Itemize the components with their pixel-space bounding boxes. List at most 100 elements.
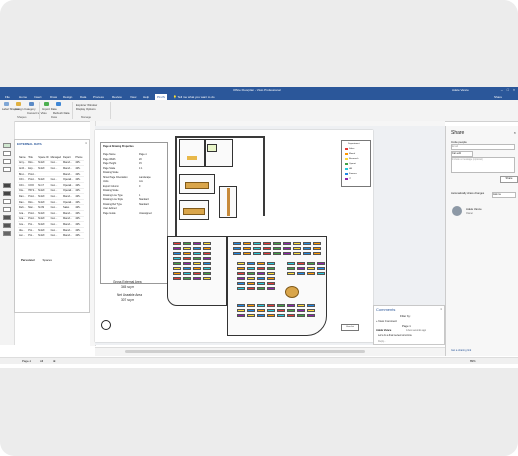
desk[interactable] (237, 304, 245, 307)
desk[interactable] (247, 277, 255, 280)
display-options-button[interactable]: Display Options (76, 107, 96, 111)
filter-by[interactable]: Filter by: (400, 314, 411, 318)
desk[interactable] (237, 272, 245, 275)
desk[interactable] (237, 282, 245, 285)
desk[interactable] (297, 262, 305, 265)
desk[interactable] (267, 282, 275, 285)
desk[interactable] (273, 252, 281, 255)
shapes-toggle-icon[interactable] (3, 143, 11, 148)
desk[interactable] (277, 309, 285, 312)
desk[interactable] (293, 247, 301, 250)
close-icon[interactable]: × (440, 307, 442, 311)
invite-input[interactable]: Email (451, 144, 515, 150)
desk[interactable] (243, 247, 251, 250)
zoom-level[interactable]: 89% (470, 359, 476, 363)
desk[interactable] (247, 287, 255, 290)
desk[interactable] (193, 252, 201, 255)
desk[interactable] (203, 247, 211, 250)
desk[interactable] (317, 272, 325, 275)
desk[interactable] (257, 277, 265, 280)
tab-view[interactable]: View (130, 95, 136, 99)
close-icon[interactable]: × (513, 88, 515, 92)
desk[interactable] (183, 242, 191, 245)
tab-review[interactable]: Review (112, 95, 122, 99)
desk[interactable] (267, 314, 275, 317)
desk[interactable] (247, 309, 255, 312)
minimize-icon[interactable]: – (501, 88, 503, 92)
desk[interactable] (203, 272, 211, 275)
desk[interactable] (297, 304, 305, 307)
desk[interactable] (243, 252, 251, 255)
desk[interactable] (307, 262, 315, 265)
desk[interactable] (173, 267, 181, 270)
stencil-icon[interactable] (3, 199, 11, 204)
stencil-icon[interactable] (3, 183, 11, 188)
desk[interactable] (297, 272, 305, 275)
desk[interactable] (257, 304, 265, 307)
stencil-icon[interactable] (3, 215, 11, 220)
desk[interactable] (233, 242, 241, 245)
desk[interactable] (267, 309, 275, 312)
desk[interactable] (257, 282, 265, 285)
desk[interactable] (317, 262, 325, 265)
desk[interactable] (173, 252, 181, 255)
desk[interactable] (307, 314, 315, 317)
desk[interactable] (317, 267, 325, 270)
desk[interactable] (293, 242, 301, 245)
horizontal-scrollbar[interactable] (95, 347, 445, 356)
stencil-icon[interactable] (3, 151, 11, 156)
desk[interactable] (307, 267, 315, 270)
desk[interactable] (253, 247, 261, 250)
convert-to-visio-button[interactable]: Convert to Visio (27, 111, 47, 115)
desk[interactable] (243, 242, 251, 245)
desk[interactable] (247, 304, 255, 307)
desk[interactable] (173, 272, 181, 275)
desk[interactable] (183, 277, 191, 280)
desk[interactable] (233, 252, 241, 255)
desk[interactable] (237, 267, 245, 270)
new-comment-button[interactable]: + New Comment (376, 319, 397, 323)
page-tab[interactable]: Page-1 (22, 359, 31, 363)
desk[interactable] (203, 242, 211, 245)
desk[interactable] (183, 272, 191, 275)
desk[interactable] (277, 304, 285, 307)
table-row[interactable]: Jen... Pro... M-EX Cen... Manuf... 425- (18, 232, 84, 239)
desk[interactable] (237, 314, 245, 317)
desk[interactable] (193, 272, 201, 275)
tab-help[interactable]: Help (143, 95, 149, 99)
desk[interactable] (283, 252, 291, 255)
signed-in-user[interactable]: Adele Vance (452, 88, 469, 92)
tab-personnel[interactable]: Personnel (21, 258, 35, 262)
tab-home[interactable]: Home (19, 95, 27, 99)
desk[interactable] (233, 247, 241, 250)
desk[interactable] (183, 247, 191, 250)
add-page-icon[interactable]: ⊕ (53, 359, 55, 363)
desk[interactable] (287, 272, 295, 275)
stencil-icon[interactable] (3, 223, 11, 228)
desk[interactable] (297, 314, 305, 317)
desk[interactable] (183, 252, 191, 255)
close-icon[interactable]: × (85, 141, 87, 145)
drawing-page[interactable]: Page & Drawing Properties Page Name Page-… (95, 130, 373, 342)
desk[interactable] (247, 314, 255, 317)
desk[interactable] (237, 262, 245, 265)
desk[interactable] (267, 304, 275, 307)
stencil-icon[interactable] (3, 191, 11, 196)
auto-share-select[interactable]: Ask me (492, 192, 516, 198)
user-list-shape[interactable]: User list (341, 324, 359, 331)
scroll-thumb[interactable] (125, 350, 365, 353)
desk[interactable] (267, 272, 275, 275)
desk[interactable] (237, 287, 245, 290)
desk[interactable] (173, 247, 181, 250)
desk[interactable] (193, 257, 201, 260)
desk[interactable] (257, 267, 265, 270)
desk[interactable] (253, 252, 261, 255)
desk[interactable] (193, 267, 201, 270)
desk[interactable] (283, 242, 291, 245)
desk[interactable] (313, 252, 321, 255)
desk[interactable] (253, 242, 261, 245)
desk[interactable] (303, 252, 311, 255)
desk[interactable] (173, 242, 181, 245)
desk[interactable] (203, 257, 211, 260)
desk[interactable] (303, 242, 311, 245)
